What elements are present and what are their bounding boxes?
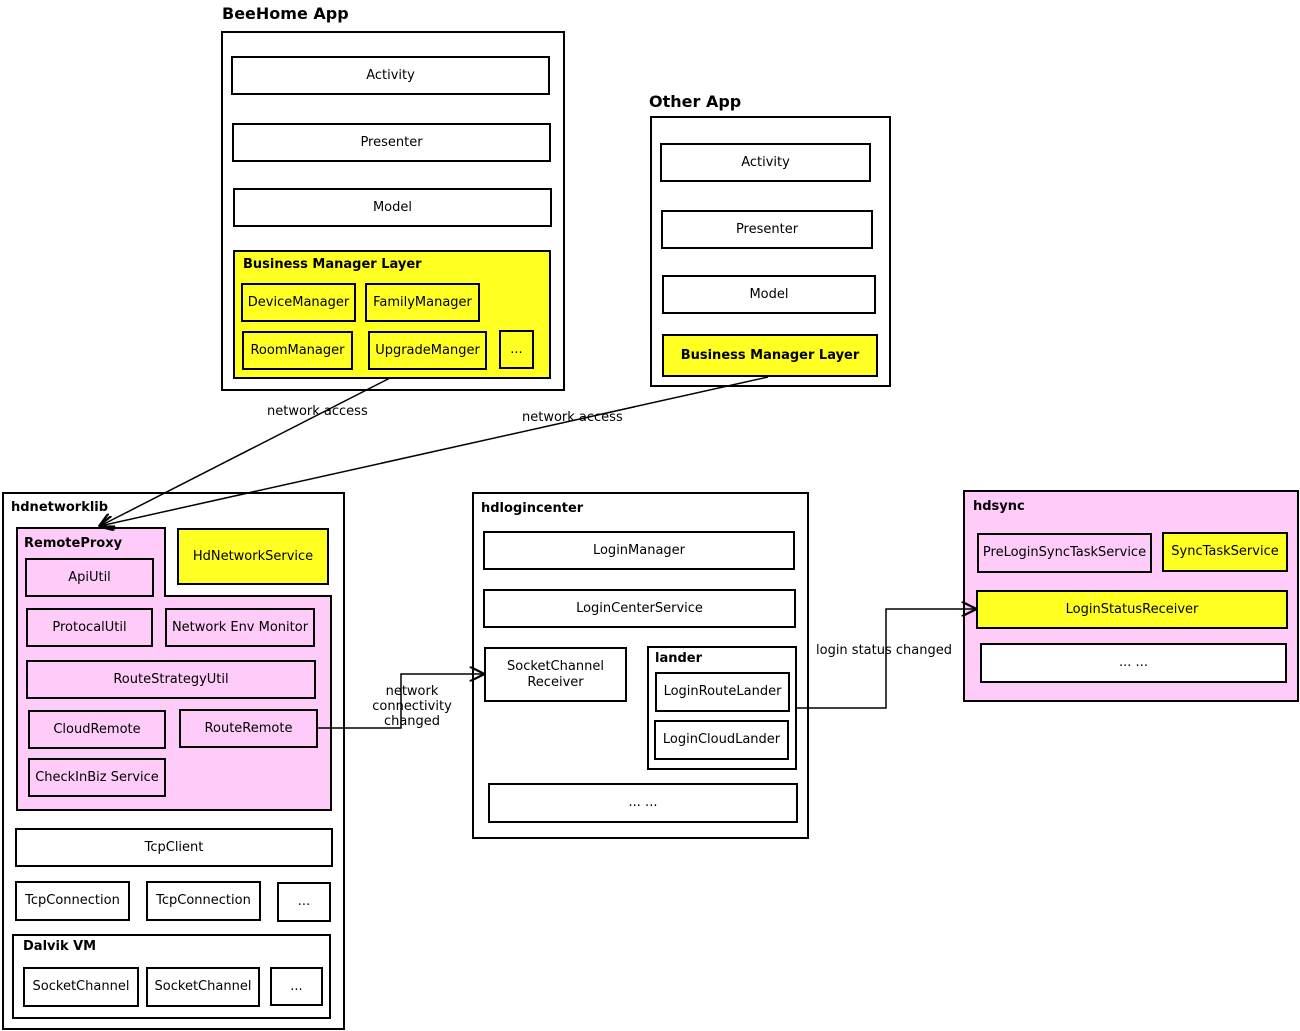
other-activity: Activity [660, 143, 871, 182]
dalvik-vm-title: Dalvik VM [23, 939, 97, 954]
other-presenter: Presenter [661, 210, 873, 249]
hd-network-service: HdNetworkService [177, 528, 329, 585]
hdsync-more: ... ... [980, 643, 1287, 683]
socket-channel-more: ... [270, 967, 323, 1006]
beehome-presenter: Presenter [232, 123, 551, 162]
other-model: Model [662, 275, 876, 314]
logincenter-more: ... ... [488, 783, 798, 823]
lander-title: lander [655, 651, 703, 666]
route-remote: RouteRemote [179, 709, 318, 748]
room-manager: RoomManager [242, 331, 353, 370]
login-route-lander: LoginRouteLander [655, 672, 790, 712]
tcp-connection-more: ... [277, 882, 331, 922]
upgrade-manager: UpgradeManger [368, 331, 487, 370]
tcp-connection-2: TcpConnection [146, 881, 261, 921]
login-center-service: LoginCenterService [483, 589, 796, 628]
edge-label-connectivity: network connectivity changed [372, 684, 452, 729]
other-business-layer: Business Manager Layer [662, 334, 878, 377]
network-env-monitor: Network Env Monitor [165, 608, 315, 647]
remote-proxy-title: RemoteProxy [24, 536, 123, 551]
sync-task-service: SyncTaskService [1162, 532, 1288, 572]
beehome-more: ... [499, 330, 534, 369]
architecture-diagram: BeeHome App Activity Presenter Model Bus… [0, 0, 1300, 1031]
hdnetworklib-title: hdnetworklib [11, 500, 109, 515]
login-cloud-lander: LoginCloudLander [654, 720, 789, 760]
login-manager: LoginManager [483, 531, 795, 570]
route-strategy-util: RouteStrategyUtil [26, 660, 316, 699]
device-manager: DeviceManager [241, 283, 356, 322]
edge-label-network-access-2: network access [522, 410, 623, 425]
checkin-biz-service: CheckInBiz Service [28, 758, 166, 797]
api-util: ApiUtil [25, 558, 154, 597]
beehome-activity: Activity [231, 56, 550, 95]
socket-channel-2: SocketChannel [146, 967, 260, 1007]
login-status-receiver: LoginStatusReceiver [976, 590, 1288, 629]
hdlogincenter-title: hdlogincenter [481, 501, 584, 516]
beehome-business-layer-title: Business Manager Layer [243, 257, 422, 272]
protocal-util: ProtocalUtil [26, 608, 153, 647]
tcp-client: TcpClient [15, 828, 333, 867]
edge-label-login-status: login status changed [816, 643, 952, 658]
hdsync-title: hdsync [973, 499, 1025, 514]
beehome-model: Model [233, 188, 552, 227]
edge-label-network-access-1: network access [267, 404, 368, 419]
socket-channel-receiver: SocketChannel Receiver [484, 647, 627, 702]
cloud-remote: CloudRemote [28, 710, 166, 749]
beehome-title: BeeHome App [222, 4, 349, 23]
prelogin-sync-task-service: PreLoginSyncTaskService [977, 533, 1152, 573]
socket-channel-1: SocketChannel [23, 967, 139, 1007]
other-app-title: Other App [649, 92, 742, 111]
tcp-connection-1: TcpConnection [15, 881, 130, 921]
family-manager: FamilyManager [365, 283, 480, 322]
